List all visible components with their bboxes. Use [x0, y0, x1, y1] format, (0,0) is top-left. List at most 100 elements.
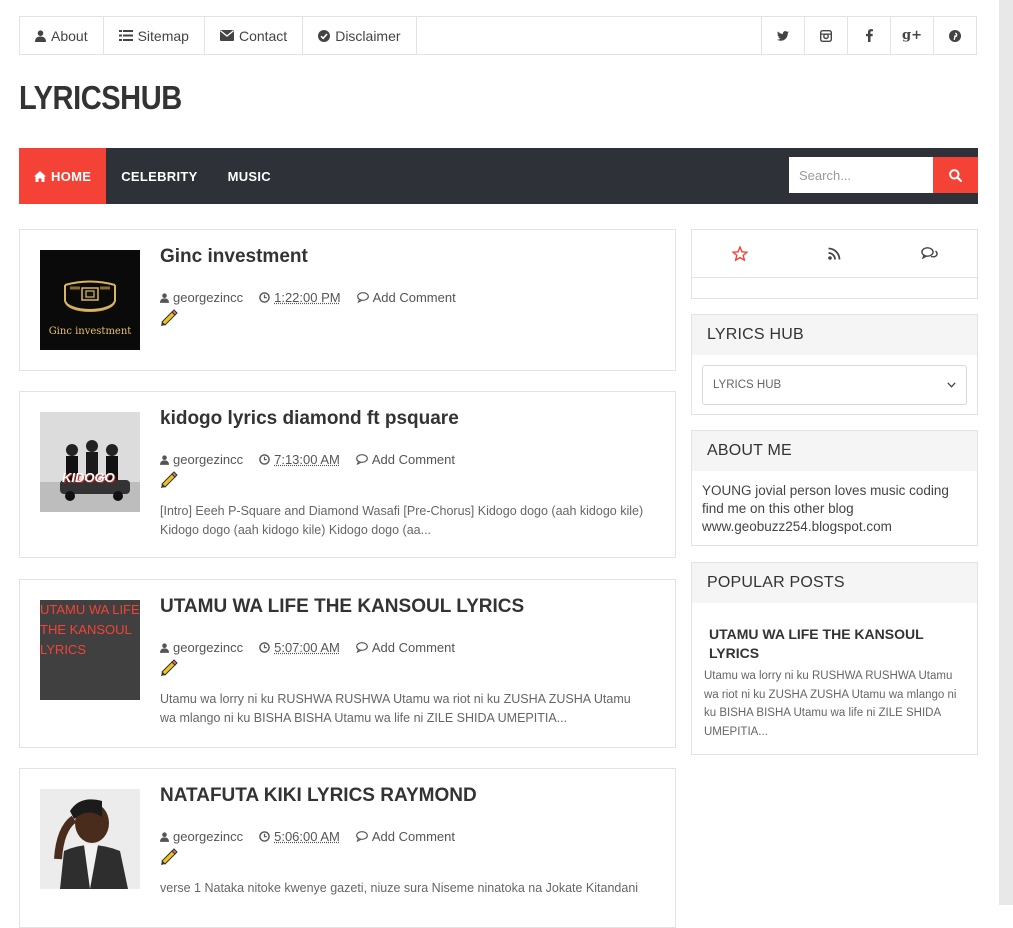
- twitter-icon[interactable]: [761, 17, 804, 54]
- comment-icon: [355, 642, 368, 653]
- user-icon: [160, 831, 169, 842]
- main-nav: HOME CELEBRITY MUSIC: [19, 148, 978, 204]
- clock-icon: [259, 454, 270, 465]
- post-meta: georgezincc 1:22:00 PM Add Comment: [160, 290, 456, 305]
- facebook-icon[interactable]: [847, 17, 890, 54]
- search-button[interactable]: [933, 157, 978, 193]
- tab-recent[interactable]: [787, 230, 882, 277]
- popular-posts-widget: POPULAR POSTS UTAMU WA LIFE THE KANSOUL …: [691, 562, 978, 755]
- post-card: NATAFUTA KIKI LYRICS RAYMOND georgezincc…: [19, 768, 676, 928]
- widget-title: POPULAR POSTS: [692, 563, 977, 603]
- post-author[interactable]: georgezincc: [173, 290, 243, 305]
- comments-icon: [921, 247, 938, 260]
- user-icon: [35, 29, 46, 42]
- popular-post-snippet: Utamu wa lorry ni ku RUSHWA RUSHWA Utamu…: [704, 670, 957, 738]
- post-comments-link[interactable]: Add Comment: [372, 829, 455, 844]
- post-card: UTAMU WA LIFE THE KANSOUL LYRICS UTAMU W…: [19, 579, 676, 748]
- pinterest-icon[interactable]: [933, 17, 976, 54]
- edit-pencil-icon[interactable]: [160, 847, 178, 870]
- lyrics-hub-select[interactable]: LYRICS HUB: [702, 365, 967, 405]
- popular-post-title[interactable]: UTAMU WA LIFE THE KANSOUL LYRICS: [692, 603, 977, 663]
- instagram-icon[interactable]: [804, 17, 847, 54]
- post-snippet: Utamu wa lorry ni ku RUSHWA RUSHWA Utamu…: [160, 692, 631, 725]
- google-plus-icon[interactable]: g+: [890, 17, 933, 54]
- edit-pencil-icon[interactable]: [160, 308, 178, 331]
- post-author[interactable]: georgezincc: [173, 640, 243, 655]
- post-thumbnail[interactable]: KIDOGO: [40, 412, 140, 512]
- post-title[interactable]: kidogo lyrics diamond ft psquare: [160, 408, 459, 430]
- home-icon: [34, 170, 46, 182]
- post-title[interactable]: NATAFUTA KIKI LYRICS RAYMOND: [160, 785, 477, 807]
- post-card: KIDOGO kidogo lyrics diamond ft psquare …: [19, 391, 676, 558]
- chevron-down-icon: [947, 382, 956, 388]
- contact-label: Contact: [238, 27, 288, 44]
- edit-pencil-icon[interactable]: [160, 470, 178, 493]
- contact-link[interactable]: Contact: [205, 17, 304, 54]
- post-comments-link[interactable]: Add Comment: [372, 640, 455, 655]
- comment-icon: [355, 831, 368, 842]
- post-time[interactable]: 1:22:00 PM: [274, 290, 341, 305]
- about-text: YOUNG jovial person loves music coding f…: [702, 483, 949, 534]
- widget-title: LYRICS HUB: [692, 315, 977, 355]
- post-author[interactable]: georgezincc: [173, 452, 243, 467]
- top-links: About Sitemap Contact Disclaimer: [20, 17, 417, 54]
- top-bar: About Sitemap Contact Disclaimer g+: [19, 16, 977, 55]
- nav-home-label: HOME: [51, 168, 92, 184]
- page-scrollbar[interactable]: [999, 0, 1013, 905]
- user-icon: [160, 454, 169, 465]
- post-comments-link[interactable]: Add Comment: [373, 290, 456, 305]
- clock-icon: [259, 292, 270, 303]
- post-meta: georgezincc 7:13:00 AM Add Comment: [160, 452, 455, 467]
- post-meta: georgezincc 5:07:00 AM Add Comment: [160, 640, 455, 655]
- social-links: g+: [761, 17, 976, 54]
- search-input[interactable]: [789, 157, 933, 193]
- thumbnail-caption: UTAMU WA LIFE THE KANSOUL LYRICS: [40, 602, 140, 657]
- rss-icon: [828, 247, 841, 260]
- user-icon: [160, 292, 169, 303]
- post-title[interactable]: Ginc investment: [160, 246, 308, 268]
- about-label: About: [51, 27, 88, 44]
- post-card: Ginc investment Ginc investment georgezi…: [19, 229, 676, 371]
- post-title[interactable]: UTAMU WA LIFE THE KANSOUL LYRICS: [160, 596, 524, 618]
- search-form: [789, 157, 978, 193]
- user-icon: [160, 642, 169, 653]
- site-title[interactable]: LYRICSHUB: [19, 79, 182, 117]
- sitemap-link[interactable]: Sitemap: [104, 17, 205, 54]
- comment-icon: [356, 292, 369, 303]
- nav-celebrity[interactable]: CELEBRITY: [106, 148, 212, 204]
- about-me-widget: ABOUT ME YOUNG jovial person loves music…: [691, 430, 978, 546]
- thumbnail-caption: Ginc investment: [48, 326, 132, 337]
- widget-title: ABOUT ME: [692, 431, 977, 471]
- search-icon: [949, 168, 962, 182]
- post-time[interactable]: 7:13:00 AM: [274, 452, 340, 467]
- post-thumbnail[interactable]: UTAMU WA LIFE THE KANSOUL LYRICS: [40, 600, 140, 700]
- envelope-icon: [219, 30, 234, 41]
- clock-icon: [259, 831, 270, 842]
- clock-icon: [259, 642, 270, 653]
- nav-home[interactable]: HOME: [19, 148, 107, 204]
- tabbed-widget: [691, 229, 978, 299]
- list-icon: [118, 30, 133, 41]
- thumbnail-caption: KIDOGO: [62, 470, 115, 485]
- post-time[interactable]: 5:06:00 AM: [274, 829, 340, 844]
- comment-icon: [355, 454, 368, 465]
- lyrics-hub-widget: LYRICS HUB LYRICS HUB: [691, 314, 978, 415]
- sitemap-label: Sitemap: [137, 27, 189, 44]
- disclaimer-link[interactable]: Disclaimer: [303, 17, 417, 54]
- nav-music[interactable]: MUSIC: [213, 148, 286, 204]
- tab-comments[interactable]: [882, 230, 977, 277]
- post-comments-link[interactable]: Add Comment: [372, 452, 455, 467]
- select-value: LYRICS HUB: [713, 379, 782, 391]
- tab-popular[interactable]: [692, 230, 787, 277]
- post-snippet: [Intro] Eeeh P-Square and Diamond Wasafi…: [160, 504, 644, 537]
- edit-pencil-icon[interactable]: [160, 658, 178, 681]
- check-circle-icon: [318, 29, 331, 42]
- post-thumbnail[interactable]: [40, 789, 140, 889]
- widget-tabs: [692, 230, 977, 278]
- post-author[interactable]: georgezincc: [173, 829, 243, 844]
- nav-music-label: MUSIC: [227, 168, 271, 184]
- post-snippet: verse 1 Nataka nitoke kwenye gazeti, niu…: [160, 881, 639, 895]
- post-thumbnail[interactable]: Ginc investment: [40, 250, 140, 350]
- post-time[interactable]: 5:07:00 AM: [274, 640, 340, 655]
- about-link[interactable]: About: [20, 17, 104, 54]
